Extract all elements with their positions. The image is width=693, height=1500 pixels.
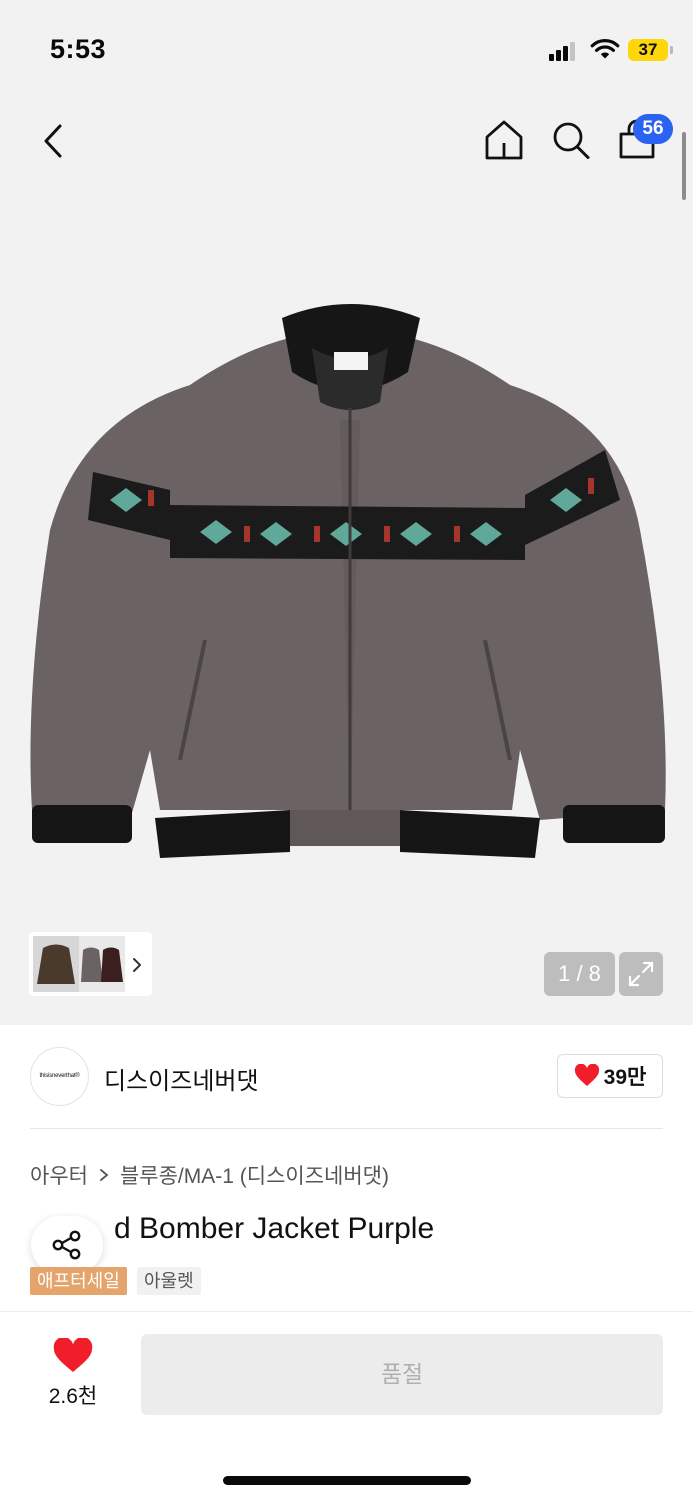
back-button[interactable] <box>32 118 74 164</box>
expand-icon <box>628 961 654 987</box>
brand-logo[interactable]: thisisneverthat® <box>30 1047 89 1106</box>
gallery-page-indicator: 1 / 8 <box>544 952 615 996</box>
tag-outlet: 아울렛 <box>137 1267 201 1295</box>
thumbnail-jackets-other[interactable] <box>79 936 125 992</box>
fullscreen-button[interactable] <box>619 952 663 996</box>
sold-out-button[interactable]: 품절 <box>141 1334 663 1415</box>
cellular-signal-icon <box>549 41 575 61</box>
brand-name[interactable]: 디스이즈네버댓 <box>104 1061 259 1096</box>
section-divider <box>30 1128 663 1129</box>
search-icon <box>553 122 590 159</box>
tag-after-sale: 애프터세일 <box>30 1267 127 1295</box>
share-icon <box>52 1230 81 1260</box>
wishlist-count: 2.6천 <box>48 1385 98 1408</box>
brand-like-button[interactable]: 39만 <box>557 1054 663 1098</box>
thumbnail-jacket-brown <box>37 944 75 984</box>
home-icon <box>485 120 523 160</box>
battery-tip <box>670 46 673 54</box>
brand-like-count: 39만 <box>603 1066 647 1089</box>
battery-level: 37 <box>628 39 668 61</box>
product-image[interactable] <box>20 290 675 870</box>
breadcrumb-category[interactable]: 아우터 <box>30 1160 88 1190</box>
breadcrumb: 아우터 블루종/MA-1 (디스이즈네버댓) <box>30 1160 389 1190</box>
chevron-right-icon[interactable] <box>128 953 146 977</box>
wifi-icon <box>590 39 620 59</box>
chevron-left-icon <box>44 124 62 158</box>
bottom-bar-divider <box>0 1311 693 1312</box>
home-indicator[interactable] <box>223 1476 471 1485</box>
home-button[interactable] <box>482 117 526 163</box>
thumbnail-selected[interactable] <box>33 936 79 992</box>
search-button[interactable] <box>549 117 593 163</box>
wishlist-heart-icon[interactable] <box>53 1338 93 1374</box>
breadcrumb-subcategory[interactable]: 블루종/MA-1 (디스이즈네버댓) <box>120 1160 389 1190</box>
product-title-text: d Bomber Jacket Purple <box>114 1212 435 1245</box>
status-bar: 5:53 37 <box>0 0 693 100</box>
cart-count-badge: 56 <box>633 114 673 144</box>
chevron-right-icon <box>100 1169 109 1181</box>
share-button[interactable] <box>31 1216 103 1274</box>
color-thumbnails[interactable] <box>33 936 125 992</box>
heart-icon <box>574 1064 599 1086</box>
status-time: 5:53 <box>50 34 107 64</box>
scroll-indicator <box>682 132 686 200</box>
